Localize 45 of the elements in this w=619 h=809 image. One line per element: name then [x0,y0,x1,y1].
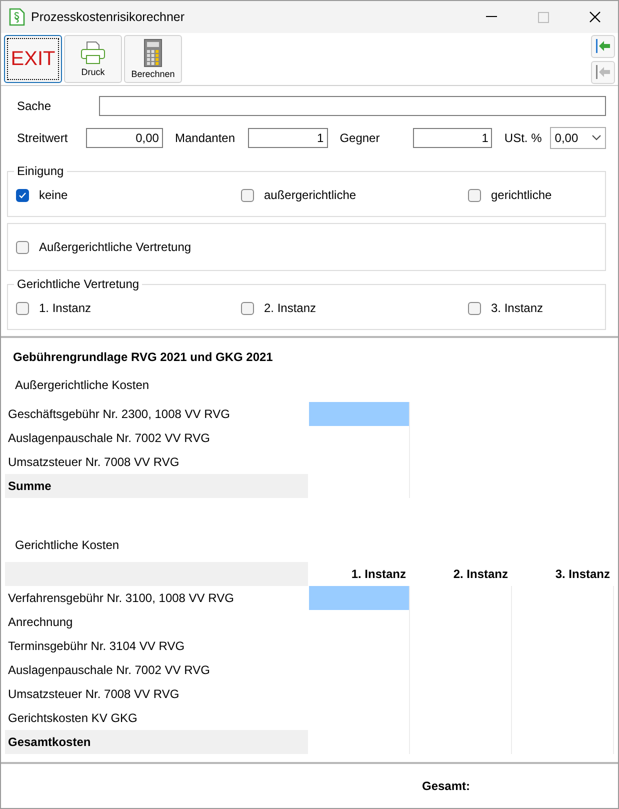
checkbox[interactable]: außergerichtliche [241,180,468,210]
close-icon[interactable] [589,11,601,23]
app-icon [9,8,25,26]
arrow-left-icon [595,39,611,53]
checkbox[interactable]: 1. Instanz [16,293,241,323]
field-label: Gegner [338,131,381,145]
checkbox[interactable]: keine [16,180,241,210]
field-label: Sache [16,99,52,113]
section-title: Gerichtliche Kosten [15,538,120,552]
maximize-icon[interactable] [538,12,548,22]
exit-button[interactable]: EXIT [4,35,62,83]
group-title: Einigung [16,164,65,178]
column-header: 1. Instanz [350,566,407,583]
calculator-icon [144,39,162,67]
column-header: 2. Instanz [452,566,509,583]
field-label: Streitwert [16,131,69,145]
value-cell[interactable] [309,586,410,610]
sache-field[interactable] [98,96,606,116]
row-label: Gesamtkosten [5,730,308,754]
group-title: Gerichtliche Vertretung [16,277,140,291]
checkbox[interactable]: gerichtliche [468,180,597,210]
section-heading: Gebührengrundlage RVG 2021 und GKG 2021 [13,350,274,364]
panel-button[interactable] [591,60,615,84]
value-cell[interactable] [309,402,410,426]
printer-icon [80,41,106,65]
panel-button[interactable] [591,34,615,58]
window-title: Prozesskostenrisikorechner [31,10,186,24]
number-field[interactable]: 1 [248,128,328,148]
row-label: Summe [5,474,308,498]
vat-select[interactable]: 0,00 [550,127,606,149]
checkbox[interactable]: 2. Instanz [241,293,468,323]
checkmark-icon [18,190,27,200]
column-header: 3. Instanz [554,566,611,583]
field-label: USt. % [503,131,542,145]
checkbox[interactable]: 3. Instanz [468,293,597,323]
chevron-down-icon [592,135,601,141]
arrow-left-icon [595,65,611,79]
number-field[interactable]: 0,00 [86,128,163,148]
field-label: Mandanten [174,131,236,145]
total-label: Gesamt: [422,779,470,793]
minimize-icon[interactable] [486,16,496,18]
number-field[interactable]: 1 [413,128,492,148]
section-title: Außergerichtliche Kosten [15,378,150,392]
calculate-button[interactable]: Berechnen [124,35,182,83]
print-button[interactable]: Druck [64,35,122,83]
